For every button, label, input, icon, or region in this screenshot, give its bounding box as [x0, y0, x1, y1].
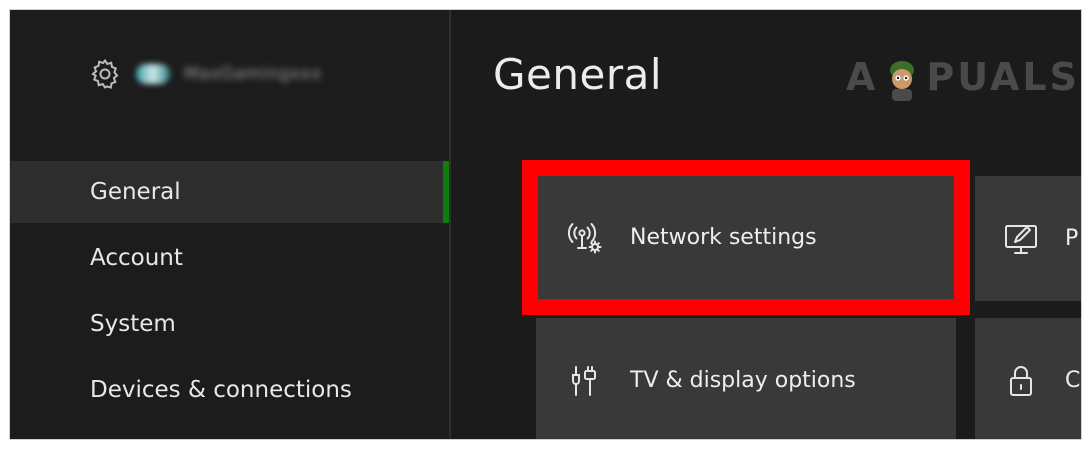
sidebar: MaxGamingxxx General Account System Devi…	[10, 10, 449, 439]
gamertag: MaxGamingxxx	[184, 64, 322, 84]
watermark-text-left: A	[846, 55, 879, 99]
tile-label: P	[1065, 226, 1079, 251]
nav-item-system[interactable]: System	[10, 293, 449, 355]
network-settings-icon	[567, 222, 602, 253]
tv-display-icon	[572, 365, 596, 396]
watermark-text-right: PUALS	[926, 55, 1080, 99]
settings-nav: General Account System Devices & connect…	[10, 161, 449, 425]
tile-label: TV & display options	[630, 368, 856, 393]
nav-item-label: General	[90, 179, 181, 205]
tile-label: C	[1065, 368, 1081, 393]
nav-item-label: Devices & connections	[90, 377, 352, 403]
network-settings-tile[interactable]: Network settings	[538, 176, 954, 299]
nav-item-label: Account	[90, 245, 183, 271]
settings-window: MaxGamingxxx General Account System Devi…	[9, 9, 1082, 440]
privacy-tile[interactable]: C	[975, 318, 1081, 439]
lock-icon	[1010, 365, 1032, 396]
nav-item-account[interactable]: Account	[10, 227, 449, 289]
personalization-tile[interactable]: P	[975, 176, 1081, 301]
sidebar-divider	[449, 10, 451, 439]
nav-item-label: System	[90, 311, 176, 337]
mascot-logo-icon	[890, 61, 915, 101]
avatar	[136, 64, 170, 84]
nav-item-general[interactable]: General	[10, 161, 449, 223]
tile-label: Network settings	[630, 225, 817, 250]
page-title: General	[493, 50, 663, 99]
tv-display-options-tile[interactable]: TV & display options	[536, 318, 956, 439]
nav-item-devices-connections[interactable]: Devices & connections	[10, 359, 449, 421]
profile-header[interactable]: MaxGamingxxx	[88, 56, 322, 92]
gear-icon	[91, 58, 119, 89]
watermark-logo: A PUALS	[846, 52, 1080, 102]
personalization-icon	[1005, 224, 1037, 254]
